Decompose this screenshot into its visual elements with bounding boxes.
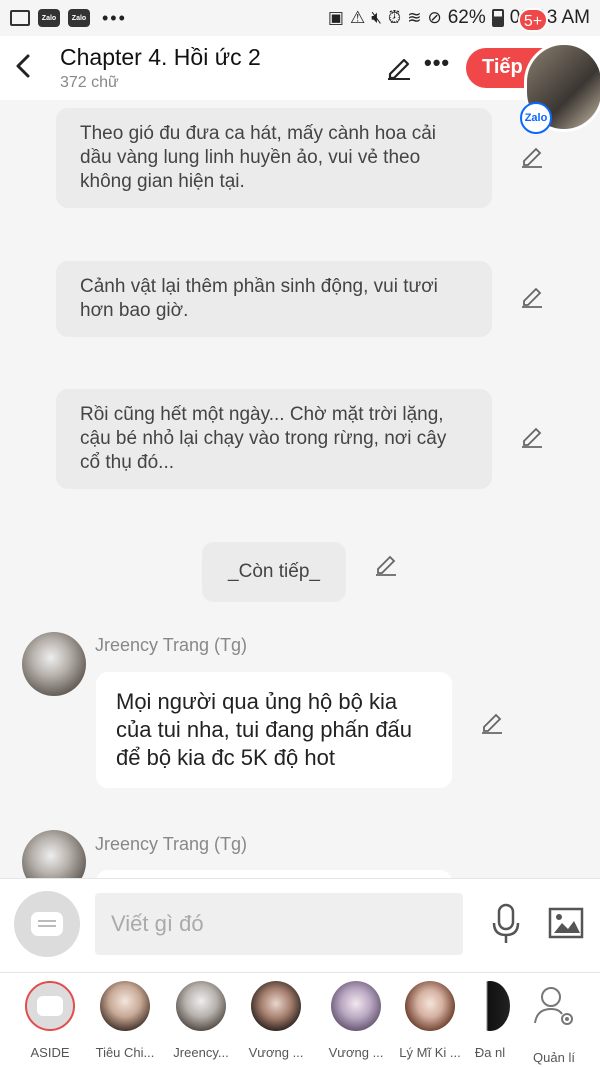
more-dots-icon: ••• <box>102 7 127 28</box>
character-label: Lý Mĩ Ki ... <box>399 1045 461 1060</box>
character-item[interactable]: Vương ... <box>318 981 394 1060</box>
character-avatar <box>331 981 381 1031</box>
character-avatar <box>176 981 226 1031</box>
alarm-icon: ⏰︎ <box>387 8 402 27</box>
sim-icon: ▣ <box>327 8 344 27</box>
mute-icon: 🔇︎ <box>371 8 382 27</box>
character-item[interactable]: Tiêu Chi... <box>87 981 163 1060</box>
character-label: Tiêu Chi... <box>95 1045 155 1060</box>
more-options-button[interactable]: ••• <box>424 50 450 76</box>
manage-user-icon <box>534 987 573 1025</box>
back-button[interactable] <box>12 50 36 82</box>
warning-icon: ⚠ <box>349 8 366 27</box>
word-count: 372 chữ <box>60 74 119 91</box>
microphone-icon[interactable] <box>490 903 522 945</box>
edit-icon[interactable] <box>374 552 398 576</box>
dnd-icon: ⊘ <box>427 8 442 27</box>
zalo-icon: Zalo <box>68 9 90 27</box>
author-avatar[interactable] <box>22 830 86 878</box>
battery-icon <box>491 9 504 27</box>
chat-message[interactable]: Mọi người qua ủng hộ bộ kia của tui nha,… <box>96 672 452 788</box>
aside-toggle-button[interactable] <box>14 891 80 957</box>
manage-button[interactable]: Quản lí <box>516 981 592 1065</box>
message-icon <box>31 912 63 936</box>
character-label: ASIDE <box>30 1045 70 1060</box>
zalo-icon: Zalo <box>520 102 552 134</box>
notification-badge: 5+ <box>518 8 548 32</box>
character-label: Đa nl <box>474 1045 506 1060</box>
battery-level: 62% <box>447 7 486 28</box>
edit-icon[interactable] <box>520 284 544 308</box>
character-avatar <box>470 981 510 1031</box>
character-item[interactable]: Đa nl <box>460 981 520 1060</box>
character-bar: ASIDE Tiêu Chi... Jreency... Vương ... V… <box>0 972 600 1067</box>
narration-block[interactable]: Theo gió đu đưa ca hát, mấy cành hoa cải… <box>56 108 492 208</box>
narration-block[interactable]: Cảnh vật lại thêm phần sinh động, vui tư… <box>56 261 492 337</box>
character-avatar <box>251 981 301 1031</box>
back-arrow-icon <box>16 54 30 78</box>
edit-icon[interactable] <box>386 54 412 80</box>
character-item[interactable]: Jreency... <box>163 981 239 1060</box>
wifi-icon: ≋ <box>407 8 422 27</box>
character-label: Vương ... <box>328 1045 384 1060</box>
image-icon <box>10 10 30 26</box>
chat-message[interactable] <box>96 870 452 878</box>
edit-icon[interactable] <box>520 424 544 448</box>
composer-bar: Viết gì đó <box>0 878 600 972</box>
chapter-header: Chapter 4. Hồi ức 2 372 chữ ••• Tiếp <box>0 36 600 100</box>
edit-icon[interactable] <box>480 710 504 734</box>
character-item[interactable]: Lý Mĩ Ki ... <box>392 981 468 1060</box>
aside-avatar <box>25 981 75 1031</box>
character-aside[interactable]: ASIDE <box>12 981 88 1060</box>
zalo-icon: Zalo <box>38 9 60 27</box>
character-item[interactable]: Vương ... <box>238 981 314 1060</box>
character-avatar <box>405 981 455 1031</box>
author-name: Jreency Trang (Tg) <box>95 635 248 655</box>
story-content[interactable]: Theo gió đu đưa ca hát, mấy cành hoa cải… <box>0 100 600 878</box>
status-bar: Zalo Zalo ••• ▣ ⚠ 🔇︎ ⏰︎ ≋ ⊘ 62% 08:13 AM <box>0 0 600 36</box>
chapter-title: Chapter 4. Hồi ức 2 <box>60 44 261 70</box>
to-be-continued-label[interactable]: _Còn tiếp_ <box>202 542 346 602</box>
narration-block[interactable]: Rồi cũng hết một ngày... Chờ mặt trời lặ… <box>56 389 492 489</box>
message-input[interactable]: Viết gì đó <box>95 893 463 955</box>
author-avatar[interactable] <box>22 632 86 696</box>
image-upload-icon[interactable] <box>548 907 584 939</box>
author-name: Jreency Trang (Tg) <box>95 834 248 854</box>
character-avatar <box>100 981 150 1031</box>
character-label: Jreency... <box>173 1045 229 1060</box>
character-label: Quản lí <box>533 1050 575 1065</box>
edit-icon[interactable] <box>520 144 544 168</box>
character-label: Vương ... <box>248 1045 304 1060</box>
